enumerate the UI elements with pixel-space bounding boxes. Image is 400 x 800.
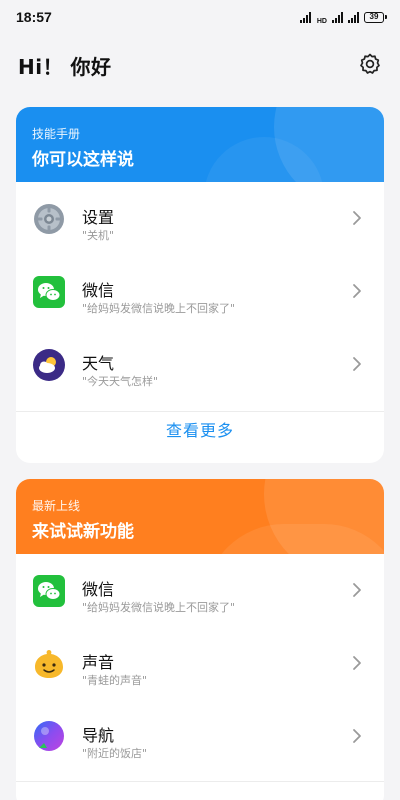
list-item-wechat[interactable]: 微信 "给妈妈发微信说晚上不回家了" xyxy=(16,554,384,627)
item-subtitle: "今天天气怎样" xyxy=(82,375,159,388)
wechat-icon xyxy=(33,575,65,607)
item-title: 天气 xyxy=(82,354,115,373)
new-features-card: 最新上线 来试试新功能 微信 "给妈妈发微信说晚上不回家了" 声音 "青蛙的声音… xyxy=(16,479,384,800)
sound-icon xyxy=(35,650,63,678)
chevron-right-icon xyxy=(353,284,361,298)
new-features-card-header: 最新上线 来试试新功能 xyxy=(16,479,384,554)
chevron-right-icon xyxy=(353,357,361,371)
signal-icon xyxy=(299,11,311,23)
list-item-settings[interactable]: 设置 "关机" xyxy=(16,182,384,255)
chevron-right-icon xyxy=(353,211,361,225)
network-type-label: HD xyxy=(316,18,327,25)
list-item-navigation[interactable]: 导航 "附近的饭店" xyxy=(16,700,384,773)
list-item-sound[interactable]: 声音 "青蛙的声音" xyxy=(16,627,384,700)
item-subtitle: "关机" xyxy=(82,229,115,242)
skills-card: 技能手册 你可以这样说 设置 "关机" 微信 "给妈妈发微信说晚上不回家了" 天… xyxy=(16,107,384,463)
chevron-right-icon xyxy=(353,583,361,597)
item-title: 微信 xyxy=(82,580,115,599)
chevron-right-icon xyxy=(353,729,361,743)
item-subtitle: "附近的饭店" xyxy=(82,747,148,760)
view-more-link[interactable]: 查看更多 xyxy=(16,417,384,441)
gear-icon xyxy=(360,53,380,74)
divider xyxy=(16,411,384,412)
item-subtitle: "给妈妈发微信说晚上不回家了" xyxy=(82,601,236,614)
weather-icon xyxy=(33,349,65,381)
list-item-weather[interactable]: 天气 "今天天气怎样" xyxy=(16,328,384,401)
item-title: 微信 xyxy=(82,281,115,300)
settings-app-icon xyxy=(34,204,64,234)
status-bar: 18:57 HD 39 xyxy=(0,0,400,34)
skills-card-heading: 你可以这样说 xyxy=(32,150,134,170)
item-title: 设置 xyxy=(82,208,115,227)
navigation-icon xyxy=(34,721,64,751)
status-time: 18:57 xyxy=(16,9,52,25)
skills-card-header: 技能手册 你可以这样说 xyxy=(16,107,384,182)
item-title: 声音 xyxy=(82,653,115,672)
divider xyxy=(16,781,384,782)
signal-icon-secondary xyxy=(332,11,343,23)
list-item-wechat[interactable]: 微信 "给妈妈发微信说晚上不回家了" xyxy=(16,255,384,328)
settings-button[interactable] xyxy=(358,52,382,76)
battery-icon: 39 xyxy=(364,11,387,23)
page-title: Hi！ 你好 xyxy=(18,55,112,79)
item-subtitle: "青蛙的声音" xyxy=(82,674,148,687)
screen: 18:57 HD 39 Hi！ 你好 技能手册 你可以这样说 设置 "关机" 微… xyxy=(0,0,400,800)
item-subtitle: "给妈妈发微信说晚上不回家了" xyxy=(82,302,236,315)
status-icons: HD 39 xyxy=(299,9,387,25)
wechat-icon xyxy=(33,276,65,308)
new-features-card-kicker: 最新上线 xyxy=(32,499,81,513)
item-title: 导航 xyxy=(82,726,115,745)
signal-icon-tertiary xyxy=(348,11,359,23)
new-features-card-heading: 来试试新功能 xyxy=(32,522,134,542)
chevron-right-icon xyxy=(353,656,361,670)
skills-card-kicker: 技能手册 xyxy=(32,127,81,141)
